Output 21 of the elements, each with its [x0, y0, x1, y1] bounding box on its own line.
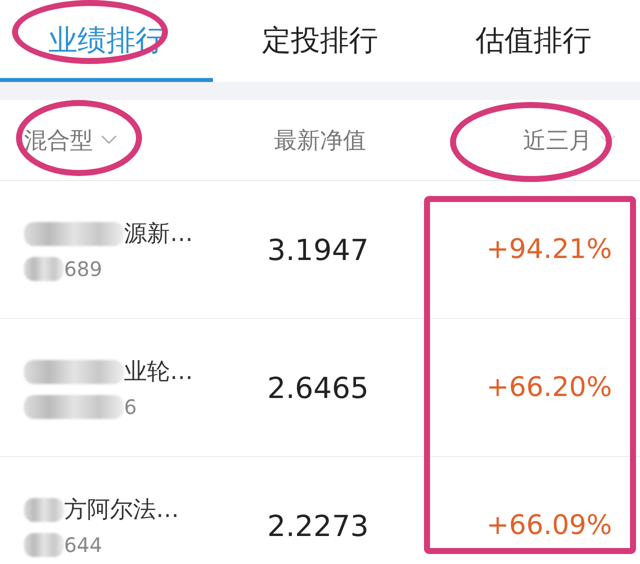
fund-name: 方阿尔法…	[64, 496, 179, 525]
column-header: 最新净值	[274, 126, 366, 156]
fund-name: 业轮…	[124, 358, 193, 387]
nav-value: 2.2273	[267, 508, 369, 542]
nav-value: 3.1947	[267, 232, 369, 266]
change-percent: +66.20%	[486, 372, 612, 403]
redaction-blur	[24, 257, 64, 281]
fund-code: 6	[124, 395, 137, 419]
fund-name: 源新…	[124, 220, 193, 249]
period-filter[interactable]: 近三月	[523, 124, 592, 156]
nav-value: 2.6465	[267, 370, 369, 404]
change-percent: +94.21%	[486, 234, 612, 265]
category-filter[interactable]: 混合型	[24, 124, 93, 156]
change-percent: +66.09%	[486, 510, 612, 541]
fund-code: 689	[64, 257, 102, 281]
tab[interactable]: 估值排行	[426, 0, 640, 82]
chevron-down-icon	[101, 135, 117, 145]
redaction-blur	[24, 533, 64, 557]
tab[interactable]: 定投排行	[213, 0, 427, 82]
redaction-blur	[24, 498, 64, 522]
fund-code: 644	[64, 533, 102, 557]
